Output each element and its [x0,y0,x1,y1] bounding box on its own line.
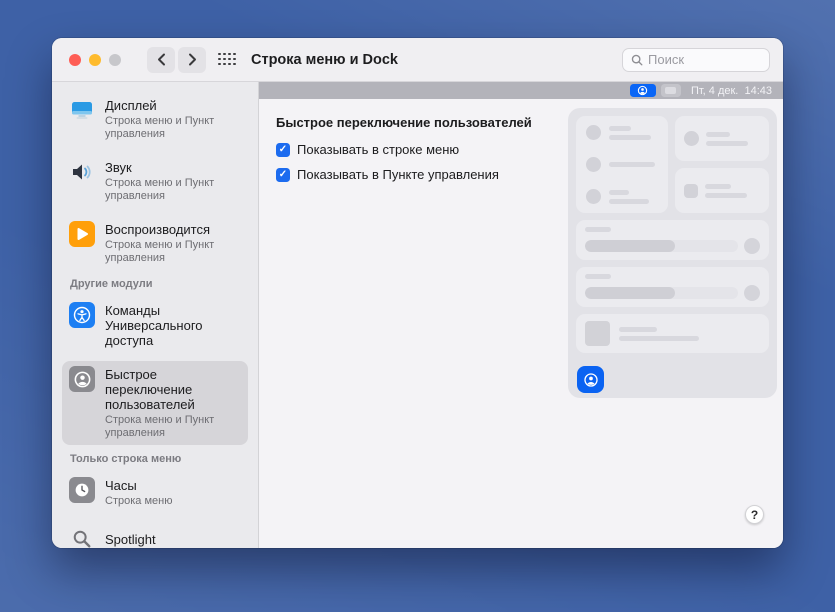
desktop: { "window": { "title": "Строка меню и Do… [0,0,835,612]
fast-user-switching-control-icon [577,366,604,393]
checkbox-checked-icon[interactable]: ✓ [276,142,290,157]
zoom-button [109,53,121,66]
search-icon [631,54,643,65]
sidebar-item-label: Быстрое переключение пользователей [105,367,195,412]
sidebar-item-spotlight[interactable]: Spotlight [62,521,248,548]
preview-toggles-card [576,116,668,213]
sidebar-item-clock[interactable]: Часы Строка меню [62,472,248,513]
window-toolbar: Строка меню и Dock Поиск [52,38,783,82]
fast-user-switching-icon [69,366,95,392]
preview-slider-card-2 [576,267,769,307]
now-playing-icon [69,221,95,247]
spotlight-icon [69,526,95,548]
checkbox-label: Показывать в Пункте управления [297,167,499,182]
show-all-grid-icon[interactable] [218,52,237,67]
preview-small-card-1 [675,116,769,161]
sound-icon [69,159,95,185]
chevron-left-icon [157,53,165,66]
checkbox-show-in-menu-bar[interactable]: ✓ Показывать в строке меню [276,142,459,157]
preview-now-playing-card [576,314,769,353]
sidebar-item-label: Воспроизводится [105,222,211,237]
back-button[interactable] [147,46,175,73]
sidebar-item-now-playing[interactable]: Воспроизводится Строка меню и Пункт упра… [62,216,248,270]
sidebar: Дисплей Строка меню и Пункт управления З… [52,82,259,548]
forward-button[interactable] [178,46,206,73]
sidebar-item-accessibility-shortcuts[interactable]: Команды Универсального доступа [62,297,248,353]
sidebar-section-other-modules: Другие модули [70,278,153,290]
sidebar-item-label: Spotlight [105,532,156,547]
sidebar-item-sound[interactable]: Звук Строка меню и Пункт управления [62,154,248,208]
search-input[interactable]: Поиск [622,47,770,72]
sidebar-item-label: Звук [105,160,132,175]
checkbox-checked-icon[interactable]: ✓ [276,167,290,182]
dimmed-menu-icon [660,84,681,97]
search-placeholder: Поиск [648,52,685,67]
fast-user-switching-menu-icon [629,84,656,97]
traffic-lights [69,53,121,66]
pane-heading: Быстрое переключение пользователей [276,115,532,130]
accessibility-icon [69,302,95,328]
sidebar-section-menu-bar-only: Только строка меню [70,453,182,465]
preview-small-card-2 [675,168,769,213]
sidebar-item-fast-user-switching[interactable]: Быстрое переключение пользователей Строк… [62,361,248,445]
display-icon [69,97,95,123]
sidebar-item-display[interactable]: Дисплей Строка меню и Пункт управления [62,92,248,146]
preferences-window: Строка меню и Dock Поиск Дисплей Строка … [52,38,783,548]
control-center-preview [568,108,777,398]
nav-buttons [147,46,206,73]
menu-bar-preview: Пт, 4 дек. 14:43 [259,82,783,99]
checkbox-show-in-control-center[interactable]: ✓ Показывать в Пункте управления [276,167,499,182]
content-pane: Пт, 4 дек. 14:43 Быстрое переключение по… [259,82,783,548]
sidebar-item-subtitle: Строка меню [105,495,173,507]
minimize-button[interactable] [89,53,101,66]
sidebar-item-label: Часы [105,478,137,493]
window-title: Строка меню и Dock [251,51,398,68]
clock-icon [69,477,95,503]
checkbox-label: Показывать в строке меню [297,142,460,157]
close-button[interactable] [69,53,81,66]
menu-bar-datetime: Пт, 4 дек. 14:43 [690,84,772,97]
chevron-right-icon [188,53,196,66]
help-button[interactable]: ? [745,505,764,524]
sidebar-item-subtitle: Строка меню и Пункт управления [105,177,215,202]
sidebar-item-subtitle: Строка меню и Пункт управления [105,239,215,264]
sidebar-item-label: Дисплей [105,98,157,113]
sidebar-item-subtitle: Строка меню и Пункт управления [105,115,215,140]
sidebar-item-subtitle: Строка меню и Пункт управления [105,414,215,439]
preview-slider-card-1 [576,220,769,260]
sidebar-item-label: Команды Универсального доступа [105,303,203,348]
